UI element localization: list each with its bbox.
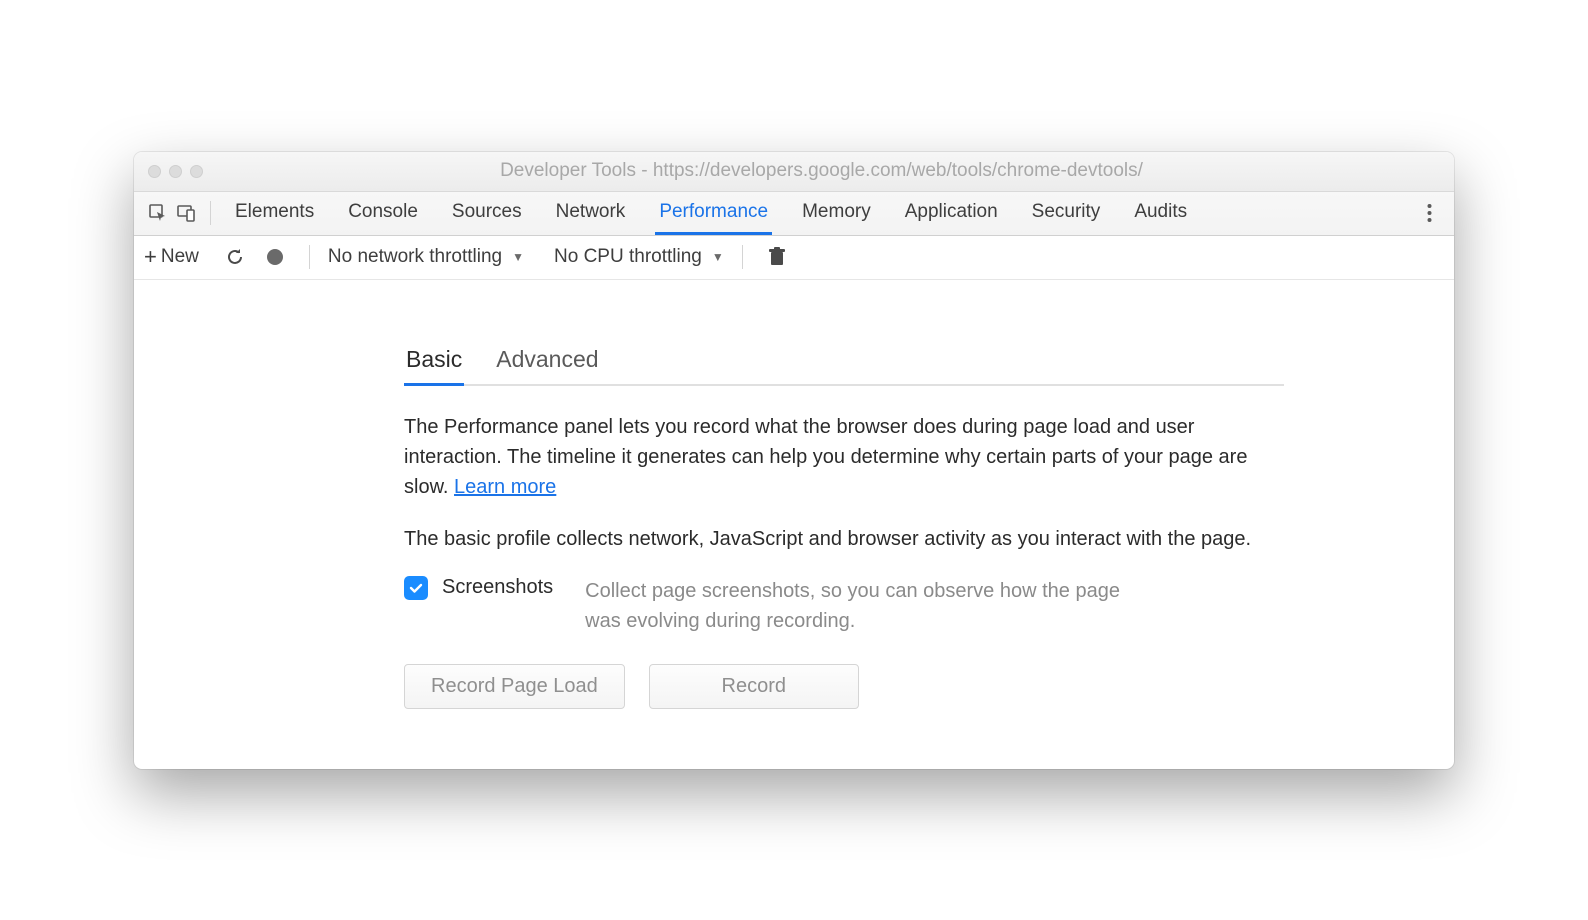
cpu-throttling-dropdown[interactable]: No CPU throttling ▼ <box>554 246 724 268</box>
subtab-basic[interactable]: Basic <box>404 340 464 386</box>
network-throttle-label: No network throttling <box>328 246 502 268</box>
record-buttons-row: Record Page Load Record <box>404 664 1284 709</box>
subtab-label: Advanced <box>496 346 598 372</box>
mac-traffic-lights <box>148 165 203 178</box>
delete-icon[interactable] <box>761 243 793 271</box>
tab-console[interactable]: Console <box>344 192 422 235</box>
performance-panel-body: Basic Advanced The Performance panel let… <box>134 280 1454 769</box>
devtools-tabbar: Elements Console Sources Network Perform… <box>134 192 1454 236</box>
tab-audits[interactable]: Audits <box>1130 192 1191 235</box>
titlebar: Developer Tools - https://developers.goo… <box>134 152 1454 192</box>
subtab-label: Basic <box>406 346 462 372</box>
tab-label: Application <box>905 201 998 223</box>
subtab-advanced[interactable]: Advanced <box>494 340 600 386</box>
tab-label: Network <box>556 201 626 223</box>
new-recording-button[interactable]: + New <box>144 244 199 270</box>
screenshots-label: Screenshots <box>442 576 553 599</box>
record-indicator-icon[interactable] <box>259 243 291 271</box>
check-icon <box>408 580 424 596</box>
profile-type-tabs: Basic Advanced <box>404 340 1284 386</box>
learn-more-link[interactable]: Learn more <box>454 476 556 498</box>
devtools-window: Developer Tools - https://developers.goo… <box>134 152 1454 769</box>
tab-performance[interactable]: Performance <box>655 192 772 235</box>
performance-toolbar: + New No network throttling ▼ No CPU thr… <box>134 236 1454 280</box>
separator <box>210 201 211 225</box>
minimize-window-dot[interactable] <box>169 165 182 178</box>
tab-label: Console <box>348 201 418 223</box>
tab-memory[interactable]: Memory <box>798 192 875 235</box>
chevron-down-icon: ▼ <box>712 250 724 264</box>
more-menu-icon[interactable] <box>1414 198 1444 228</box>
separator <box>309 245 310 269</box>
cpu-throttle-label: No CPU throttling <box>554 246 702 268</box>
record-button[interactable]: Record <box>649 664 859 709</box>
record-page-load-button[interactable]: Record Page Load <box>404 664 625 709</box>
chevron-down-icon: ▼ <box>512 250 524 264</box>
tab-network[interactable]: Network <box>552 192 630 235</box>
main-tabs: Elements Console Sources Network Perform… <box>231 192 1191 235</box>
tab-label: Sources <box>452 201 522 223</box>
basic-description: The basic profile collects network, Java… <box>404 524 1284 554</box>
device-toggle-icon[interactable] <box>172 199 200 227</box>
intro-paragraph: The Performance panel lets you record wh… <box>404 412 1284 502</box>
tab-application[interactable]: Application <box>901 192 1002 235</box>
inspect-element-icon[interactable] <box>144 199 172 227</box>
tab-elements[interactable]: Elements <box>231 192 318 235</box>
screenshots-option-row: Screenshots Collect page screenshots, so… <box>404 576 1284 636</box>
plus-icon: + <box>144 244 157 270</box>
tab-label: Elements <box>235 201 314 223</box>
tab-security[interactable]: Security <box>1028 192 1105 235</box>
zoom-window-dot[interactable] <box>190 165 203 178</box>
tab-label: Audits <box>1134 201 1187 223</box>
reload-icon[interactable] <box>219 243 251 271</box>
tab-label: Performance <box>659 201 768 223</box>
screenshots-checkbox[interactable] <box>404 576 428 600</box>
screenshots-description: Collect page screenshots, so you can obs… <box>585 576 1145 636</box>
performance-setup-panel: Basic Advanced The Performance panel let… <box>404 340 1284 709</box>
network-throttling-dropdown[interactable]: No network throttling ▼ <box>328 246 524 268</box>
close-window-dot[interactable] <box>148 165 161 178</box>
tab-label: Security <box>1032 201 1101 223</box>
tab-sources[interactable]: Sources <box>448 192 526 235</box>
separator <box>742 245 743 269</box>
new-label: New <box>161 246 199 268</box>
tab-label: Memory <box>802 201 871 223</box>
window-title: Developer Tools - https://developers.goo… <box>203 160 1440 182</box>
